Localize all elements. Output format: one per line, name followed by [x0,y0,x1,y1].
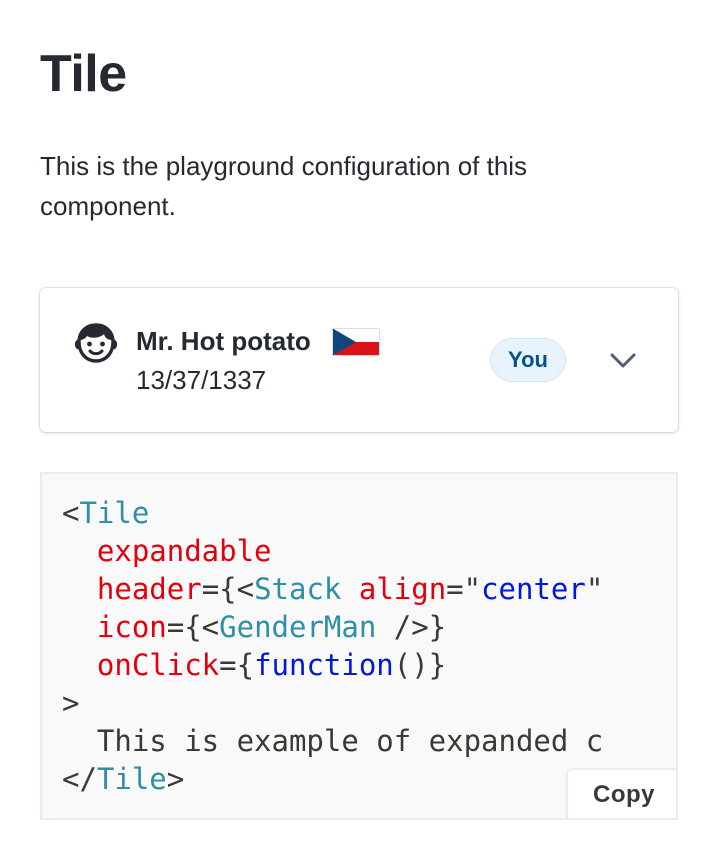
code-text-token: </ [62,762,97,796]
tile-title: Mr. Hot potato [136,326,311,356]
code-example: <Tile expandable header={<Stack align="c… [40,472,678,820]
code-tag-token: GenderMan [219,610,377,644]
code-tag-token: Tile [96,762,167,796]
code-text-token: < [62,496,80,530]
code-attr-token: onClick [96,648,220,682]
code-text-token: > [166,762,185,796]
code-text-token: ={< [201,572,255,606]
code-text-token: =" [446,572,482,606]
code-text-token: " [585,572,604,606]
code-tag-token: Stack [254,572,342,606]
code-line: <Tile [62,496,149,530]
copy-button[interactable]: Copy [566,768,676,818]
page-title: Tile [40,45,127,103]
code-line: expandable [62,534,272,568]
czech-flag-icon [332,328,380,356]
code-line: icon={<GenderMan />} [62,610,446,644]
code-text-token: ()} [393,648,447,682]
code-text-token: />} [376,610,447,644]
code-text-token: > [62,686,80,720]
code-text-token: ={< [166,610,220,644]
code-attr-token: align [358,572,447,606]
tile-date: 13/37/1337 [136,365,267,395]
code-content: <Tile expandable header={<Stack align="c… [62,494,603,798]
code-text-token: This is example of expanded c [62,724,604,758]
code-attr-token: expandable [96,534,272,568]
code-string-token: center [481,572,586,606]
code-line: header={<Stack align="center" [62,572,603,606]
you-badge: You [490,338,566,382]
code-tag-token: Tile [79,496,150,530]
page-description: This is the playground configuration of … [40,151,528,221]
code-line: </Tile> [62,762,184,796]
code-attr-token: header [96,572,202,606]
code-line: onClick={function()} [62,648,446,682]
gender-man-icon [74,321,118,365]
code-line: This is example of expanded c [62,724,603,758]
chevron-down-icon[interactable] [608,346,638,376]
code-text-token: ={ [219,648,255,682]
expandable-tile[interactable]: Mr. Hot potato 13/37/1337 You [40,288,678,432]
code-attr-token: icon [96,610,167,644]
code-line: > [62,686,79,720]
code-keyword-token: function [254,648,394,682]
